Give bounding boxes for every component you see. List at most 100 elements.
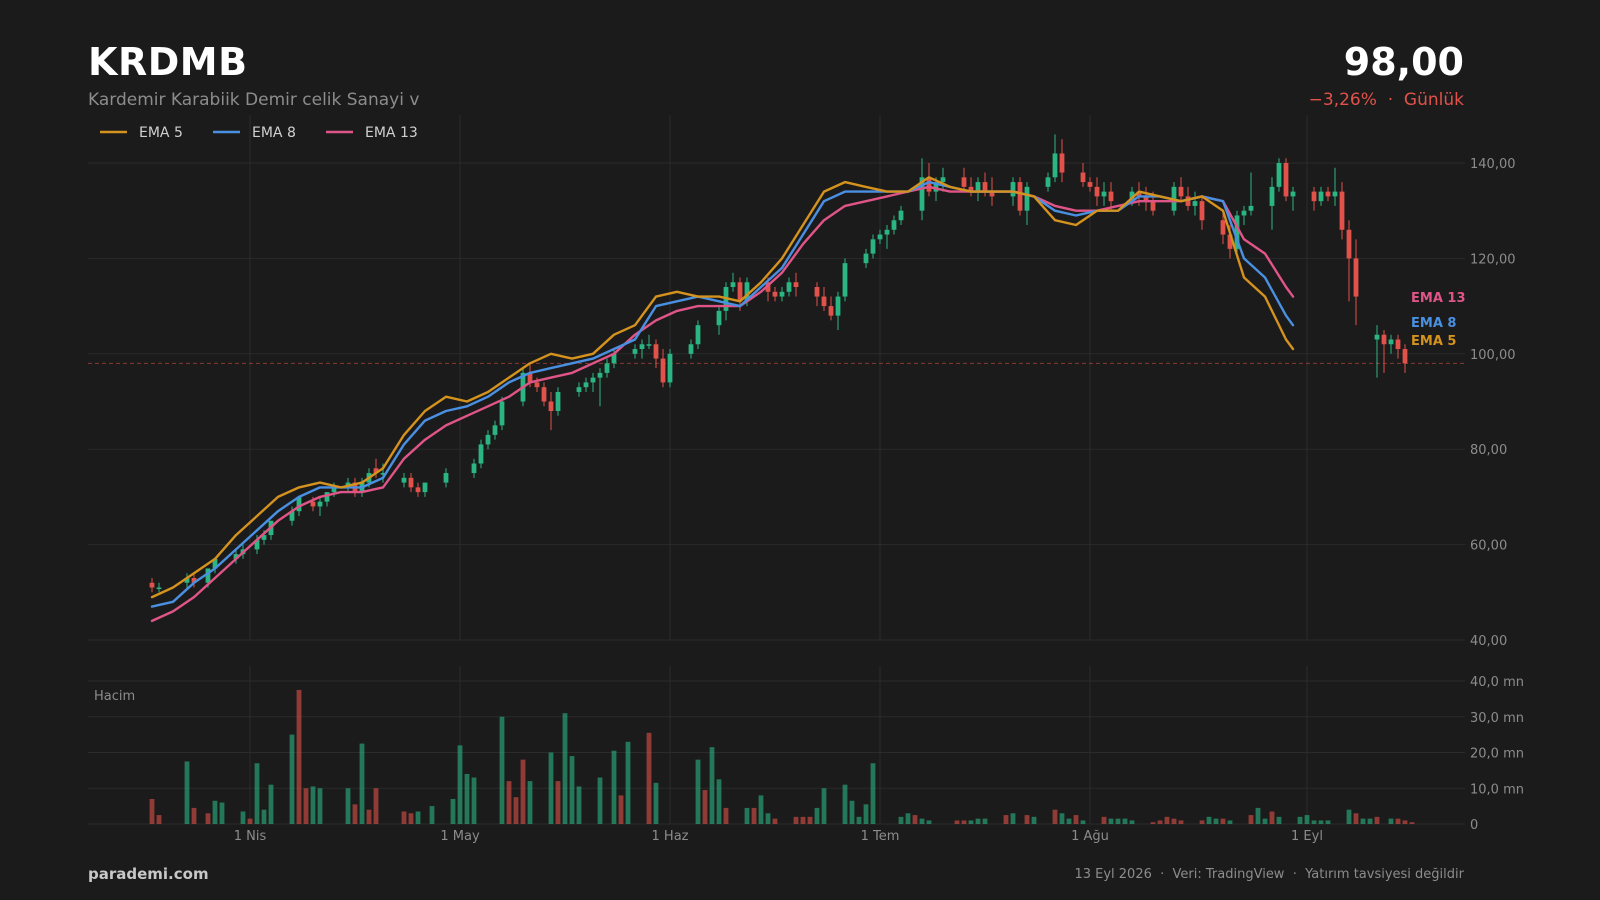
volume-bar [408, 813, 414, 824]
candle-body [415, 487, 421, 493]
volume-bar [1262, 818, 1268, 824]
volume-bar [429, 806, 435, 824]
volume-bar [1304, 815, 1310, 824]
volume-label: Hacim [94, 689, 135, 704]
candle-body [688, 344, 694, 354]
candlestick-chart[interactable]: 40,00 60,00 80,00 100,00 120,00 140,00 0 10,0 m… [0, 0, 1600, 900]
candle-body [1052, 153, 1058, 178]
candle-body [604, 363, 610, 373]
volume-bar [1269, 811, 1275, 824]
candle [471, 458, 477, 478]
volume-bar [1318, 820, 1324, 824]
candle-body [1402, 349, 1408, 364]
candle-body [1346, 229, 1352, 259]
candle-body [835, 296, 841, 316]
candle-body [534, 382, 540, 388]
volume-bar [618, 795, 624, 824]
candle [576, 382, 582, 397]
candle-body [1311, 191, 1317, 202]
volume-bar [814, 807, 820, 824]
candle [1101, 182, 1107, 206]
volume-bar [457, 745, 463, 824]
footer-date: 13 Eyl 2026 [1074, 867, 1152, 882]
volume-bar [555, 781, 561, 824]
price-tick-label: 60,00 [1470, 539, 1507, 554]
volume-bar [821, 788, 827, 824]
candle-body [1094, 186, 1100, 197]
volume-bar [870, 763, 876, 824]
volume-bar [1178, 820, 1184, 824]
candle-body [646, 344, 652, 346]
volume-bar [849, 800, 855, 824]
candle [1052, 134, 1058, 183]
brand-logo[interactable]: parademi.com [88, 865, 209, 883]
volume-bar [569, 756, 575, 824]
candle [1346, 220, 1352, 302]
x-tick-label: 1 Nis [234, 829, 267, 844]
candle-body [1339, 191, 1345, 230]
volume-bar [1311, 820, 1317, 824]
x-tick-label: 1 May [440, 829, 480, 844]
candle [317, 496, 323, 516]
candle [821, 287, 827, 311]
legend-item: EMA 13 [326, 125, 418, 141]
candle-body [485, 434, 491, 445]
volume-bar [1024, 815, 1030, 824]
candle-body [310, 501, 316, 507]
volume-bar [793, 816, 799, 824]
candle [835, 291, 841, 330]
volume-bar [450, 798, 456, 824]
candle-body [1087, 182, 1093, 187]
candle [779, 287, 785, 302]
volume-bar [1409, 822, 1415, 824]
candle-body [1241, 210, 1247, 216]
volume-bar [415, 811, 421, 824]
volume-bar [254, 763, 260, 824]
candle [1276, 158, 1282, 192]
volume-bar [975, 818, 981, 824]
candle-body [1318, 191, 1324, 202]
ema-end-label: EMA 13 [1411, 291, 1466, 306]
candle [590, 372, 596, 392]
volume-tick-label: 40,0 mn [1470, 675, 1524, 690]
candle [415, 482, 421, 497]
candle-body [814, 287, 820, 297]
footer-disclaimer: Yatırım tavsiyesi değildir [1305, 867, 1464, 882]
volume-bar [842, 784, 848, 824]
volume-bar [1353, 813, 1359, 824]
volume-bar [702, 790, 708, 824]
candle [1318, 186, 1324, 206]
volume-bar [1276, 816, 1282, 824]
x-tick-label: 1 Eyl [1291, 829, 1323, 844]
candle-body [401, 477, 407, 483]
candle [884, 225, 890, 249]
volume-bar [506, 781, 512, 824]
legend-item: EMA 5 [100, 125, 183, 141]
volume-bar [905, 813, 911, 824]
candle [870, 234, 876, 259]
candle-body [1199, 201, 1205, 221]
volume-bar [527, 781, 533, 824]
candle [786, 277, 792, 297]
candle [548, 391, 554, 431]
axes: 40,00 60,00 80,00 100,00 120,00 140,00 0 10,0 m… [94, 157, 1524, 844]
volume-bar [1129, 820, 1135, 824]
candle-body [1395, 339, 1401, 350]
volume-bar [856, 816, 862, 824]
ema5-line [150, 176, 1295, 599]
volume-bar [289, 734, 295, 824]
candle-body [499, 401, 505, 426]
candle [597, 368, 603, 407]
candle [1178, 177, 1184, 202]
candle [555, 387, 561, 416]
candle-body [1178, 186, 1184, 197]
candle-body [478, 444, 484, 464]
volume-bar [1374, 816, 1380, 824]
candle [1325, 186, 1331, 202]
volume-bar [1066, 818, 1072, 824]
volume-bar [1248, 815, 1254, 824]
candle [688, 339, 694, 359]
candle [632, 344, 638, 359]
candle [1080, 163, 1086, 187]
volume-bar [1171, 818, 1177, 824]
